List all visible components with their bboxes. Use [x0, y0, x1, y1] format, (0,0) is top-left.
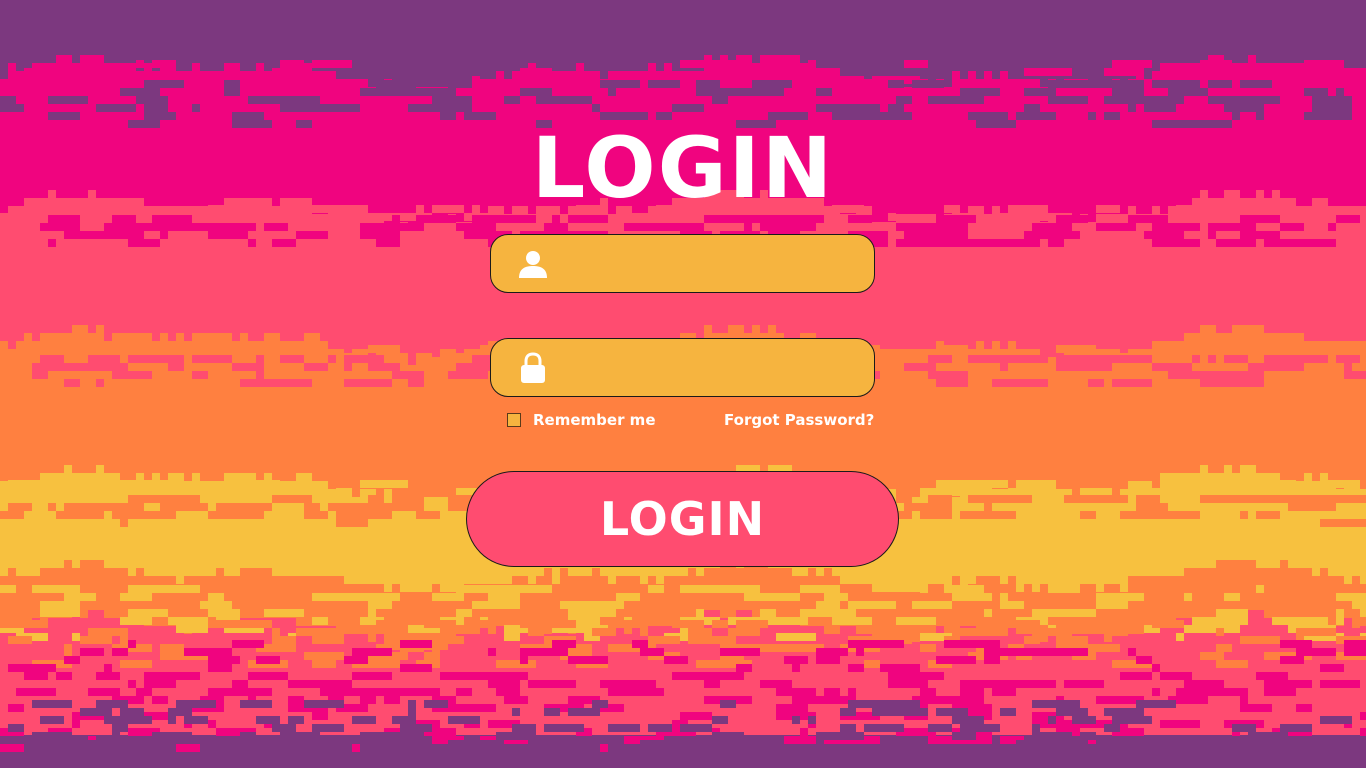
forgot-password-link[interactable]: Forgot Password? — [724, 409, 874, 431]
username-input[interactable] — [566, 243, 860, 287]
lock-icon — [521, 352, 545, 383]
remember-me[interactable]: Remember me — [507, 409, 656, 431]
password-input[interactable] — [566, 347, 860, 391]
user-icon — [519, 251, 547, 278]
remember-me-checkbox[interactable] — [507, 413, 521, 427]
remember-me-label: Remember me — [533, 411, 656, 429]
login-button[interactable]: LOGIN — [466, 471, 899, 567]
page-title: LOGIN — [531, 119, 835, 217]
username-field[interactable] — [490, 234, 875, 293]
password-field[interactable] — [490, 338, 875, 397]
